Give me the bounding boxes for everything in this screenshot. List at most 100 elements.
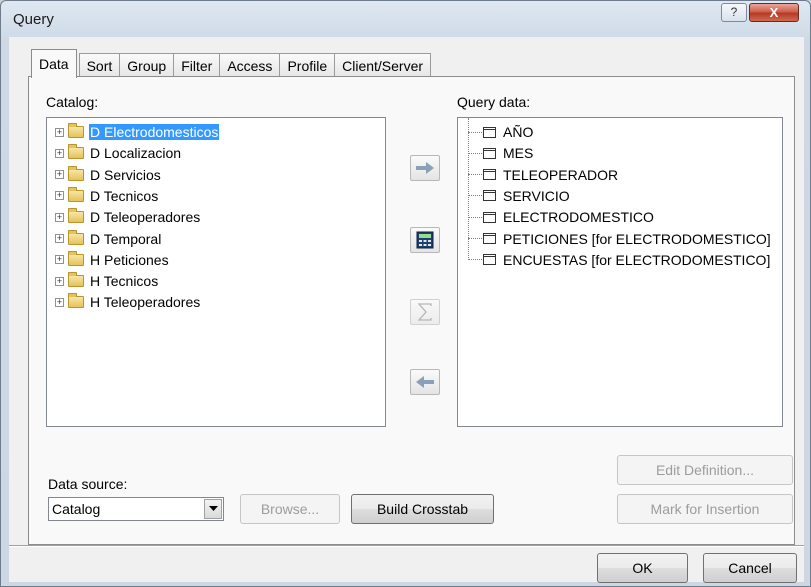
expand-icon[interactable]: +	[55, 234, 64, 243]
expand-icon[interactable]: +	[55, 170, 64, 180]
query-data-item[interactable]: PETICIONES [for ELECTRODOMESTICO]	[468, 229, 772, 249]
ok-button[interactable]: OK	[597, 553, 688, 583]
dimension-field-icon	[483, 147, 496, 159]
catalog-tree-item[interactable]: + H Tecnicos	[55, 271, 159, 291]
query-data-item[interactable]: SERVICIO	[468, 186, 571, 206]
query-data-item-label: PETICIONES [for ELECTRODOMESTICO]	[503, 230, 771, 247]
tab-access[interactable]: Access	[219, 53, 281, 77]
window-title: Query	[13, 11, 54, 28]
query-data-item-label: ENCUESTAS [for ELECTRODOMESTICO]	[503, 251, 771, 268]
catalog-tree-item[interactable]: + D Tecnicos	[55, 186, 159, 206]
catalog-tree[interactable]: + D Electrodomesticos + D Localizacion + D Se…	[46, 117, 386, 427]
tab-data[interactable]: Data	[31, 49, 77, 78]
data-source-select[interactable]: Catalog	[48, 497, 224, 521]
arrow-right-icon	[416, 162, 434, 174]
folder-icon	[68, 144, 84, 160]
catalog-tree-item[interactable]: + D Localizacion	[55, 143, 182, 163]
expand-icon[interactable]: +	[55, 297, 64, 307]
folder-icon	[68, 165, 84, 181]
expand-icon[interactable]: +	[55, 255, 64, 265]
catalog-tree-item-label: D Tecnicos	[90, 187, 159, 204]
data-source-dropdown-button[interactable]	[204, 499, 222, 519]
expand-icon[interactable]: +	[55, 148, 64, 158]
query-data-item[interactable]: AÑO	[468, 122, 534, 142]
browse-button[interactable]: Browse...	[240, 494, 340, 524]
query-data-item-label: MES	[503, 145, 534, 162]
folder-icon	[68, 272, 84, 288]
folder-icon	[68, 229, 84, 245]
catalog-tree-item-label: D Electrodomesticos	[89, 124, 220, 140]
add-to-query-button[interactable]	[410, 155, 440, 181]
remove-from-query-button[interactable]	[410, 369, 440, 395]
folder-icon	[68, 250, 84, 266]
tree-connector	[468, 195, 482, 197]
query-data-item-label: SERVICIO	[503, 187, 570, 204]
query-data-list[interactable]: AÑO MES TELEOPERADOR SERVICIO ELECTRODOMESTI…	[457, 117, 783, 427]
query-data-item[interactable]: ELECTRODOMESTICO	[468, 207, 655, 227]
catalog-tree-item-label: D Localizacion	[90, 145, 182, 162]
folder-icon	[68, 186, 84, 202]
dialog-separator	[9, 545, 804, 547]
calculator-button[interactable]	[410, 227, 440, 253]
sum-button[interactable]	[410, 299, 440, 325]
folder-icon	[68, 208, 84, 224]
tab-panel-data: Catalog: + D Electrodomesticos + D Localiza…	[28, 76, 795, 545]
help-icon: ?	[730, 5, 738, 19]
tab-strip: Data Sort Group Filter Access Profile Client/S…	[31, 49, 432, 78]
folder-icon	[68, 123, 84, 138]
tab-group[interactable]: Group	[119, 53, 175, 77]
expand-icon[interactable]: +	[55, 276, 64, 286]
edit-definition-button[interactable]: Edit Definition...	[617, 455, 793, 485]
query-data-item[interactable]: MES	[468, 143, 534, 163]
tab-profile[interactable]: Profile	[279, 53, 336, 77]
help-button[interactable]: ?	[721, 3, 747, 22]
folder-icon	[68, 293, 84, 309]
query-data-item-label: ELECTRODOMESTICO	[503, 209, 654, 226]
tab-sort[interactable]: Sort	[78, 53, 121, 77]
build-crosstab-button[interactable]: Build Crosstab	[351, 494, 494, 524]
query-data-item[interactable]: ENCUESTAS [for ELECTRODOMESTICO]	[468, 250, 771, 270]
catalog-tree-item[interactable]: + H Peticiones	[55, 250, 170, 270]
catalog-tree-item[interactable]: + D Temporal	[55, 229, 162, 249]
measure-field-icon	[483, 254, 496, 266]
query-data-item[interactable]: TELEOPERADOR	[468, 165, 619, 185]
expand-icon[interactable]: +	[55, 212, 64, 222]
cancel-button[interactable]: Cancel	[703, 553, 797, 583]
tree-connector	[468, 152, 482, 154]
tree-connector	[468, 238, 482, 239]
catalog-tree-item[interactable]: + H Teleoperadores	[55, 292, 201, 312]
tab-filter[interactable]: Filter	[173, 53, 221, 77]
dimension-field-icon	[483, 211, 496, 223]
catalog-tree-item-label: H Teleoperadores	[90, 294, 201, 311]
catalog-tree-item[interactable]: + D Servicios	[55, 165, 162, 185]
tree-connector	[468, 131, 482, 133]
title-bar[interactable]: Query ? X	[1, 1, 810, 37]
mark-for-insertion-button[interactable]: Mark for Insertion	[617, 494, 793, 524]
tree-connector-vertical	[468, 118, 469, 260]
dimension-field-icon	[483, 126, 496, 138]
sigma-icon	[417, 303, 432, 321]
query-dialog: Query ? X Data Sort Group Filter Access Profi…	[0, 0, 811, 587]
dimension-field-icon	[483, 190, 496, 202]
dimension-field-icon	[483, 169, 496, 181]
measure-field-icon	[483, 233, 496, 244]
close-button[interactable]: X	[749, 3, 799, 22]
tab-client-server[interactable]: Client/Server	[334, 53, 432, 77]
catalog-tree-item[interactable]: + D Electrodomesticos	[55, 122, 220, 142]
tree-connector	[468, 174, 482, 176]
expand-icon[interactable]: +	[55, 191, 64, 201]
calculator-icon	[416, 231, 434, 249]
catalog-label: Catalog:	[46, 94, 99, 110]
dialog-client-area: Data Sort Group Filter Access Profile Client/S…	[9, 37, 804, 583]
catalog-tree-item-label: D Servicios	[90, 166, 161, 183]
catalog-tree-item-label: H Tecnicos	[90, 273, 159, 290]
tree-connector	[468, 216, 482, 218]
data-source-value: Catalog	[52, 501, 101, 517]
chevron-down-icon	[208, 506, 218, 511]
catalog-tree-item[interactable]: + D Teleoperadores	[55, 207, 201, 227]
query-data-item-label: AÑO	[503, 124, 534, 140]
catalog-tree-item-label: D Teleoperadores	[90, 209, 201, 226]
catalog-tree-item-label: H Peticiones	[90, 251, 169, 268]
expand-icon[interactable]: +	[55, 127, 64, 137]
catalog-tree-item-label: D Temporal	[90, 230, 162, 247]
